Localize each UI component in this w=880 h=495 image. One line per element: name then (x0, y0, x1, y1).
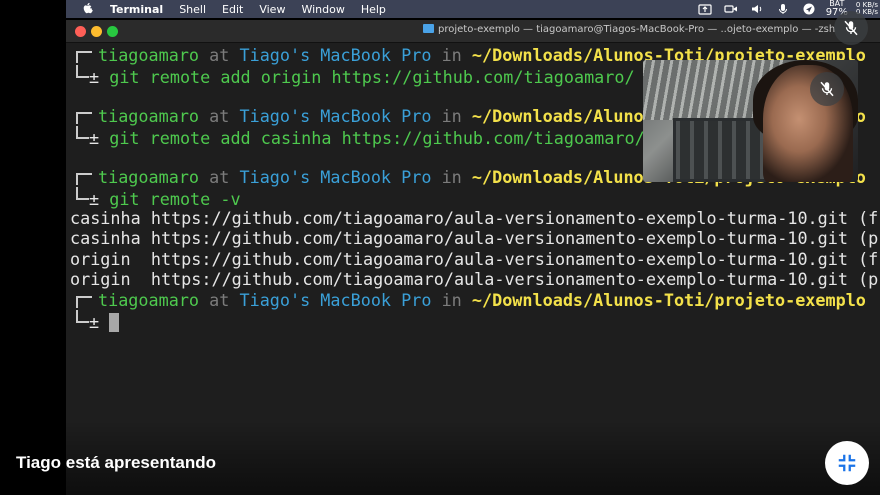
output-url: https://github.com/tiagoamaro/aula-versi… (150, 208, 848, 228)
output-url: https://github.com/tiagoamaro/aula-versi… (150, 269, 848, 289)
prompt-corner-top (76, 112, 92, 124)
command-line: ± git remote add origin https://github.c… (70, 65, 635, 87)
output-remote: casinha (70, 228, 141, 248)
prompt-in: in (441, 45, 462, 65)
prompt-symbol: ± (89, 312, 100, 332)
self-mic-off-icon (834, 11, 868, 45)
apple-menu-icon[interactable] (82, 2, 96, 17)
output-remote: origin (70, 269, 141, 289)
window-title-text: projeto-exemplo — tiagoamaro@Tiagos-MacB… (438, 24, 836, 35)
prompt-corner-top (76, 173, 92, 185)
window-title: projeto-exemplo — tiagoamaro@Tiagos-MacB… (423, 24, 835, 35)
prompt-corner-top (76, 296, 92, 308)
prompt-at: at (209, 106, 230, 126)
command-line: ± git remote add casinha https://github.… (70, 126, 645, 148)
prompt-user: tiagoamaro (98, 290, 200, 310)
output-url: https://github.com/tiagoamaro/aula-versi… (150, 228, 848, 248)
menu-help[interactable]: Help (361, 3, 386, 16)
navigation-arrow-icon[interactable] (802, 3, 816, 15)
menu-terminal[interactable]: Terminal (110, 3, 163, 16)
menu-view[interactable]: View (259, 3, 285, 16)
prompt-symbol: ± (89, 67, 100, 87)
prompt-at: at (209, 45, 230, 65)
command-text: git remote add casinha https://github.co… (109, 128, 645, 148)
prompt-corner-top (76, 51, 92, 63)
prompt-user: tiagoamaro (98, 45, 200, 65)
prompt-at: at (209, 290, 230, 310)
folder-icon (423, 24, 434, 33)
menu-shell[interactable]: Shell (179, 3, 206, 16)
exit-fullscreen-button[interactable] (825, 441, 869, 485)
participant-video-tile[interactable] (643, 60, 858, 182)
menu-window[interactable]: Window (301, 3, 344, 16)
command-line: ± (70, 310, 120, 332)
prompt-at: at (209, 167, 230, 187)
prompt-line: tiagoamaro at Tiago's MacBook Pro in ~/D… (70, 290, 866, 310)
collapse-arrows-icon (838, 454, 856, 472)
close-window-button[interactable] (75, 26, 86, 37)
prompt-in: in (441, 290, 462, 310)
minimize-window-button[interactable] (91, 26, 102, 37)
output-line: origin https://github.com/tiagoamaro/aul… (70, 249, 878, 269)
prompt-corner-bottom (76, 126, 89, 139)
command-text: git remote -v (109, 189, 241, 209)
output-line: origin https://github.com/tiagoamaro/aul… (70, 269, 878, 289)
macos-menubar: Terminal Shell Edit View Window Help BAT… (66, 0, 880, 18)
volume-icon[interactable] (750, 3, 764, 15)
text-cursor (109, 313, 120, 332)
prompt-host: Tiago's MacBook Pro (239, 290, 432, 310)
command-text: git remote add origin https://github.com… (109, 67, 635, 87)
window-titlebar: projeto-exemplo — tiagoamaro@Tiagos-MacB… (66, 20, 880, 43)
output-remote: casinha (70, 208, 141, 228)
output-mode: (f (858, 249, 879, 269)
prompt-in: in (441, 106, 462, 126)
microphone-icon[interactable] (776, 3, 790, 15)
prompt-host: Tiago's MacBook Pro (239, 45, 432, 65)
facetime-camera-icon[interactable] (724, 3, 738, 15)
prompt-corner-bottom (76, 187, 89, 200)
prompt-user: tiagoamaro (98, 167, 200, 187)
command-line: ± git remote -v (70, 187, 241, 209)
prompt-corner-bottom (76, 65, 89, 78)
output-mode: (p (858, 269, 879, 289)
prompt-host: Tiago's MacBook Pro (239, 167, 432, 187)
prompt-path: ~/Downloads/Alunos-Toti/projeto-exemplo (471, 290, 866, 310)
presenting-label: Tiago está apresentando (16, 453, 216, 472)
prompt-user: tiagoamaro (98, 106, 200, 126)
prompt-symbol: ± (89, 128, 100, 148)
output-mode: (f (858, 208, 879, 228)
prompt-corner-bottom (76, 310, 89, 323)
participant-mic-off-icon (810, 72, 844, 106)
prompt-symbol: ± (89, 189, 100, 209)
output-remote: origin (70, 249, 141, 269)
share-upload-icon[interactable] (698, 3, 712, 15)
prompt-host: Tiago's MacBook Pro (239, 106, 432, 126)
zoom-window-button[interactable] (107, 26, 118, 37)
menu-edit[interactable]: Edit (222, 3, 243, 16)
output-line: casinha https://github.com/tiagoamaro/au… (70, 228, 878, 248)
output-mode: (p (858, 228, 879, 248)
prompt-in: in (441, 167, 462, 187)
output-url: https://github.com/tiagoamaro/aula-versi… (150, 249, 848, 269)
output-line: casinha https://github.com/tiagoamaro/au… (70, 208, 878, 228)
